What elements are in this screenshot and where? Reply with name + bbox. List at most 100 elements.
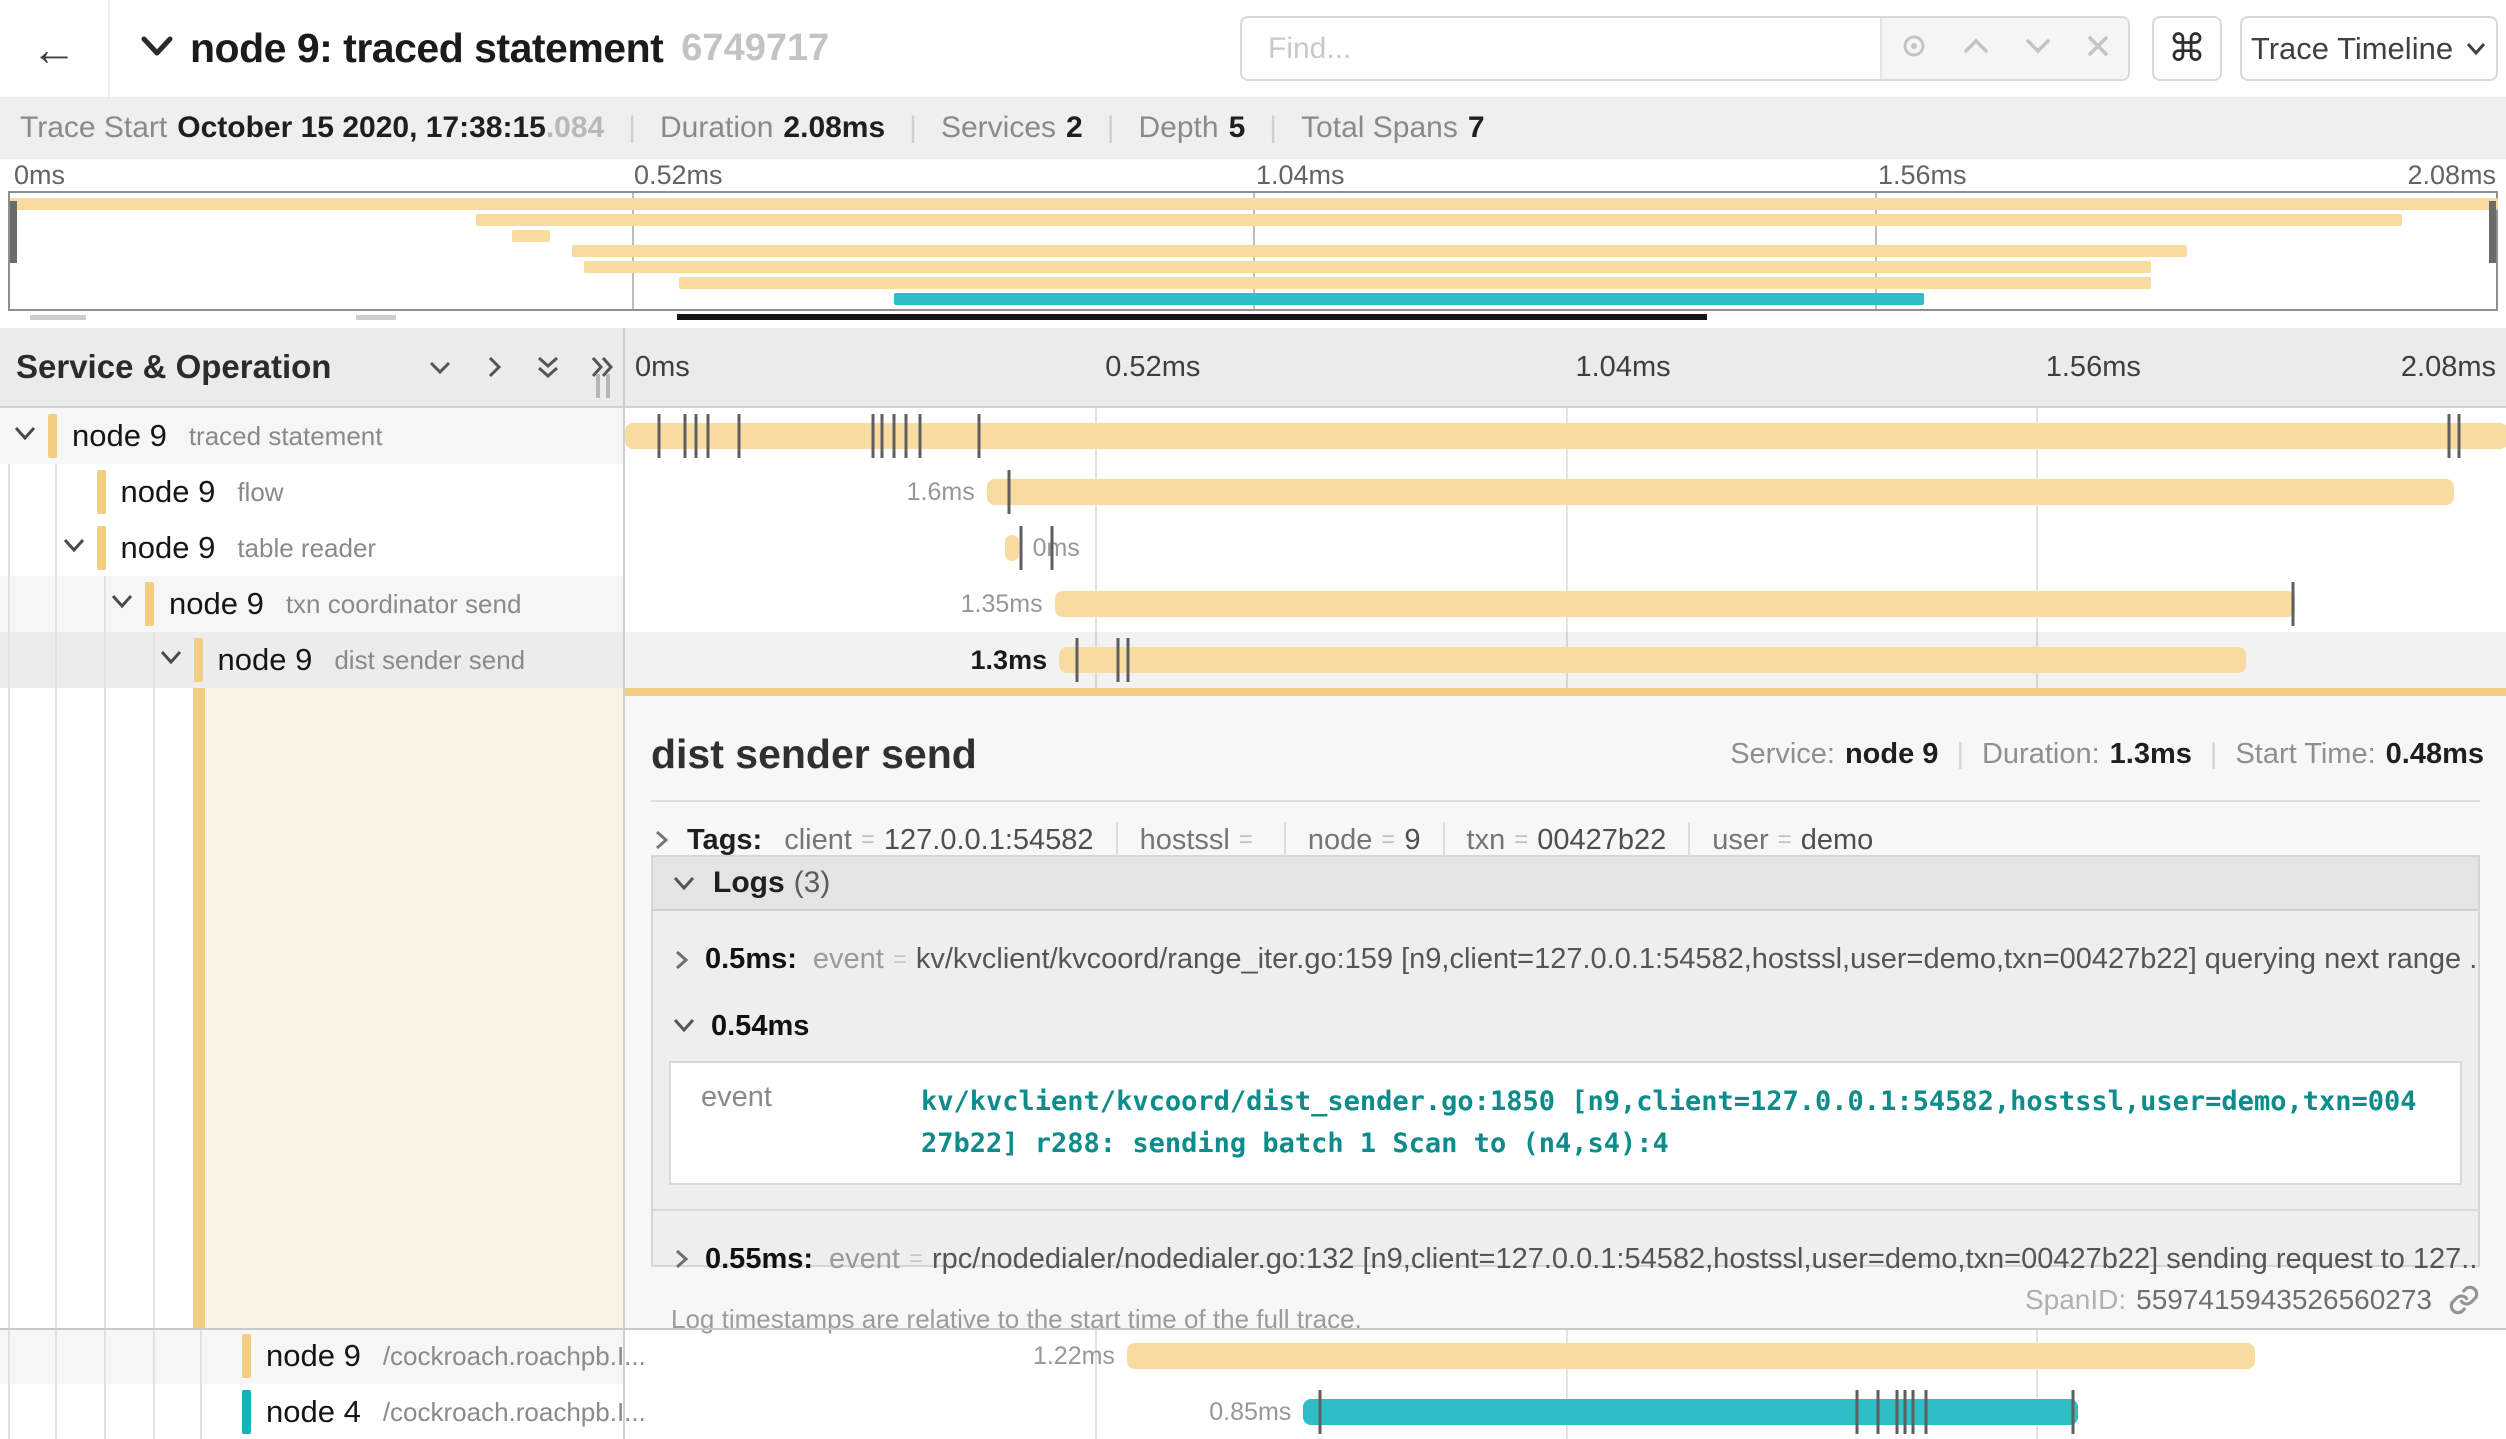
tag-item[interactable]: user=demo: [1712, 822, 1895, 858]
minimap-right-handle[interactable]: [2489, 201, 2496, 263]
minimap-span-bar: [476, 214, 2402, 226]
selected-span-highlight: [205, 688, 623, 1328]
span-duration-bar[interactable]: [987, 479, 2454, 505]
tree-controls: [424, 328, 618, 406]
collapse-all-icon[interactable]: [532, 351, 564, 383]
log-field-value: rpc/nodedialer/nodedialer.go:132 [n9,cli…: [932, 1243, 2478, 1276]
scrollbar-track: [30, 315, 86, 320]
span-detail-overview: Service:node 9|Duration:1.3ms|Start Time…: [1730, 738, 2484, 771]
tag-item[interactable]: hostssl=: [1140, 822, 1286, 858]
deep-link-icon[interactable]: [2448, 1284, 2480, 1316]
tag-item[interactable]: txn=00427b22: [1467, 822, 1691, 858]
span-operation-name: traced statement: [189, 421, 383, 452]
log-field-key: event: [671, 1081, 921, 1165]
separator: |: [1107, 111, 1115, 145]
log-expand-icon[interactable]: [671, 1246, 691, 1272]
back-button[interactable]: ←: [0, 0, 110, 97]
log-collapse-icon[interactable]: [671, 1010, 697, 1043]
overview-value: 1.3ms: [2110, 738, 2192, 771]
span-duration-bar[interactable]: [1059, 647, 2246, 673]
indent-guide: [104, 1328, 106, 1384]
tag-item[interactable]: node=9: [1308, 822, 1445, 858]
find-controls: [1880, 18, 2128, 79]
logs-header[interactable]: Logs (3): [653, 857, 2478, 911]
match-highlight-icon[interactable]: [1899, 31, 1929, 66]
span-duration-bar[interactable]: [1005, 535, 1019, 561]
tag-item[interactable]: client=127.0.0.1:54582: [784, 822, 1117, 858]
indent-guide: [55, 1328, 57, 1384]
minimap-left-handle[interactable]: [10, 201, 17, 263]
timeline-view: Service & Operation 0ms0.52ms1.04ms1.56m…: [0, 328, 2506, 1439]
minimap-scrollbar[interactable]: [0, 314, 2506, 322]
span-tree-row[interactable]: node 4/cockroach.roachpb.I...: [0, 1384, 623, 1439]
span-service-name: node 4/cockroach.roachpb.I...: [266, 1384, 646, 1439]
span-id-row: SpanID: 5597415943526560273: [2025, 1284, 2480, 1316]
logs-collapse-icon[interactable]: [671, 873, 697, 893]
indent-guide: [8, 1328, 10, 1384]
log-equals: =: [893, 946, 907, 974]
span-duration-bar[interactable]: [1055, 591, 2296, 617]
log-equals: =: [909, 1245, 923, 1273]
span-tree-row[interactable]: node 9flow: [0, 464, 623, 520]
span-operation-name: /cockroach.roachpb.I...: [383, 1341, 646, 1372]
trace-view-dropdown[interactable]: Trace Timeline: [2240, 16, 2498, 81]
span-duration-label: 1.3ms: [971, 632, 1048, 688]
indent-guide: [8, 576, 10, 632]
log-timestamp: 0.5ms:: [705, 943, 797, 976]
column-resizer[interactable]: [596, 374, 610, 398]
tags-expand-icon[interactable]: [651, 827, 671, 853]
span-duration-bar[interactable]: [1303, 1399, 2078, 1425]
span-timeline-row[interactable]: 0ms: [625, 520, 2506, 576]
span-tree-row[interactable]: node 9/cockroach.roachpb.I...: [0, 1328, 623, 1384]
span-collapse-icon[interactable]: [61, 535, 87, 560]
log-row[interactable]: 0.5ms:event=kv/kvclient/kvcoord/range_it…: [653, 911, 2478, 1004]
trace-stat-value: 5: [1229, 111, 1246, 145]
indent-guide: [55, 632, 57, 688]
span-timeline-row[interactable]: 1.35ms: [625, 576, 2506, 632]
span-timeline-row[interactable]: 1.6ms: [625, 464, 2506, 520]
find-input[interactable]: [1242, 18, 1880, 79]
span-service-name: node 9table reader: [121, 520, 377, 576]
span-tree-row[interactable]: node 9txn coordinator send: [0, 576, 623, 632]
separator: |: [628, 111, 636, 145]
panel-divider[interactable]: [623, 328, 625, 1439]
expand-one-icon[interactable]: [478, 351, 510, 383]
prev-match-icon[interactable]: [1962, 36, 1990, 61]
indent-guide: [8, 520, 10, 576]
indent-guide: [200, 1328, 202, 1384]
logs-title: Logs: [713, 866, 785, 900]
span-duration-label: 1.6ms: [907, 464, 975, 520]
trace-collapse-icon[interactable]: [140, 34, 174, 63]
collapse-one-icon[interactable]: [424, 351, 456, 383]
minimap-tick-label: 1.56ms: [1878, 160, 1967, 191]
next-match-icon[interactable]: [2024, 36, 2052, 61]
service-operation-header: Service & Operation: [16, 328, 331, 406]
time-tick-label: 0.52ms: [1105, 328, 1200, 406]
span-tree-row[interactable]: node 9traced statement: [0, 408, 623, 464]
span-timeline-row[interactable]: 0.85ms: [625, 1384, 2506, 1439]
detail-bottom-divider: [0, 1328, 2506, 1330]
span-tree-row[interactable]: node 9dist sender send: [0, 632, 623, 688]
keyboard-shortcuts-button[interactable]: ⌘: [2152, 16, 2222, 81]
span-timeline-row[interactable]: 1.3ms: [625, 632, 2506, 688]
log-marker-tick: [1855, 1390, 1858, 1434]
scrollbar-thumb[interactable]: [677, 314, 1707, 320]
span-collapse-icon[interactable]: [109, 591, 135, 616]
span-timeline-row[interactable]: [625, 408, 2506, 464]
log-detail-table: eventkv/kvclient/kvcoord/dist_sender.go:…: [669, 1061, 2462, 1185]
span-bars-panel: 1.6ms0ms1.35ms1.3ms dist sender send Ser…: [625, 408, 2506, 1439]
log-row-expanded-header[interactable]: 0.54ms: [653, 1004, 2478, 1043]
clear-find-icon[interactable]: [2085, 33, 2111, 64]
selected-span-color-stripe: [193, 688, 205, 1328]
span-duration-label: 1.35ms: [961, 576, 1043, 632]
span-service-name: node 9dist sender send: [218, 632, 526, 688]
span-service-name: node 9traced statement: [72, 408, 382, 464]
top-bar: ← node 9: traced statement 6749717: [0, 0, 2506, 97]
minimap-tick-label: 0ms: [14, 160, 65, 191]
indent-guide: [153, 1328, 155, 1384]
span-collapse-icon[interactable]: [158, 647, 184, 672]
log-expand-icon[interactable]: [671, 947, 691, 973]
span-tree-row[interactable]: node 9table reader: [0, 520, 623, 576]
span-collapse-icon[interactable]: [12, 423, 38, 448]
minimap-canvas[interactable]: [8, 191, 2498, 311]
